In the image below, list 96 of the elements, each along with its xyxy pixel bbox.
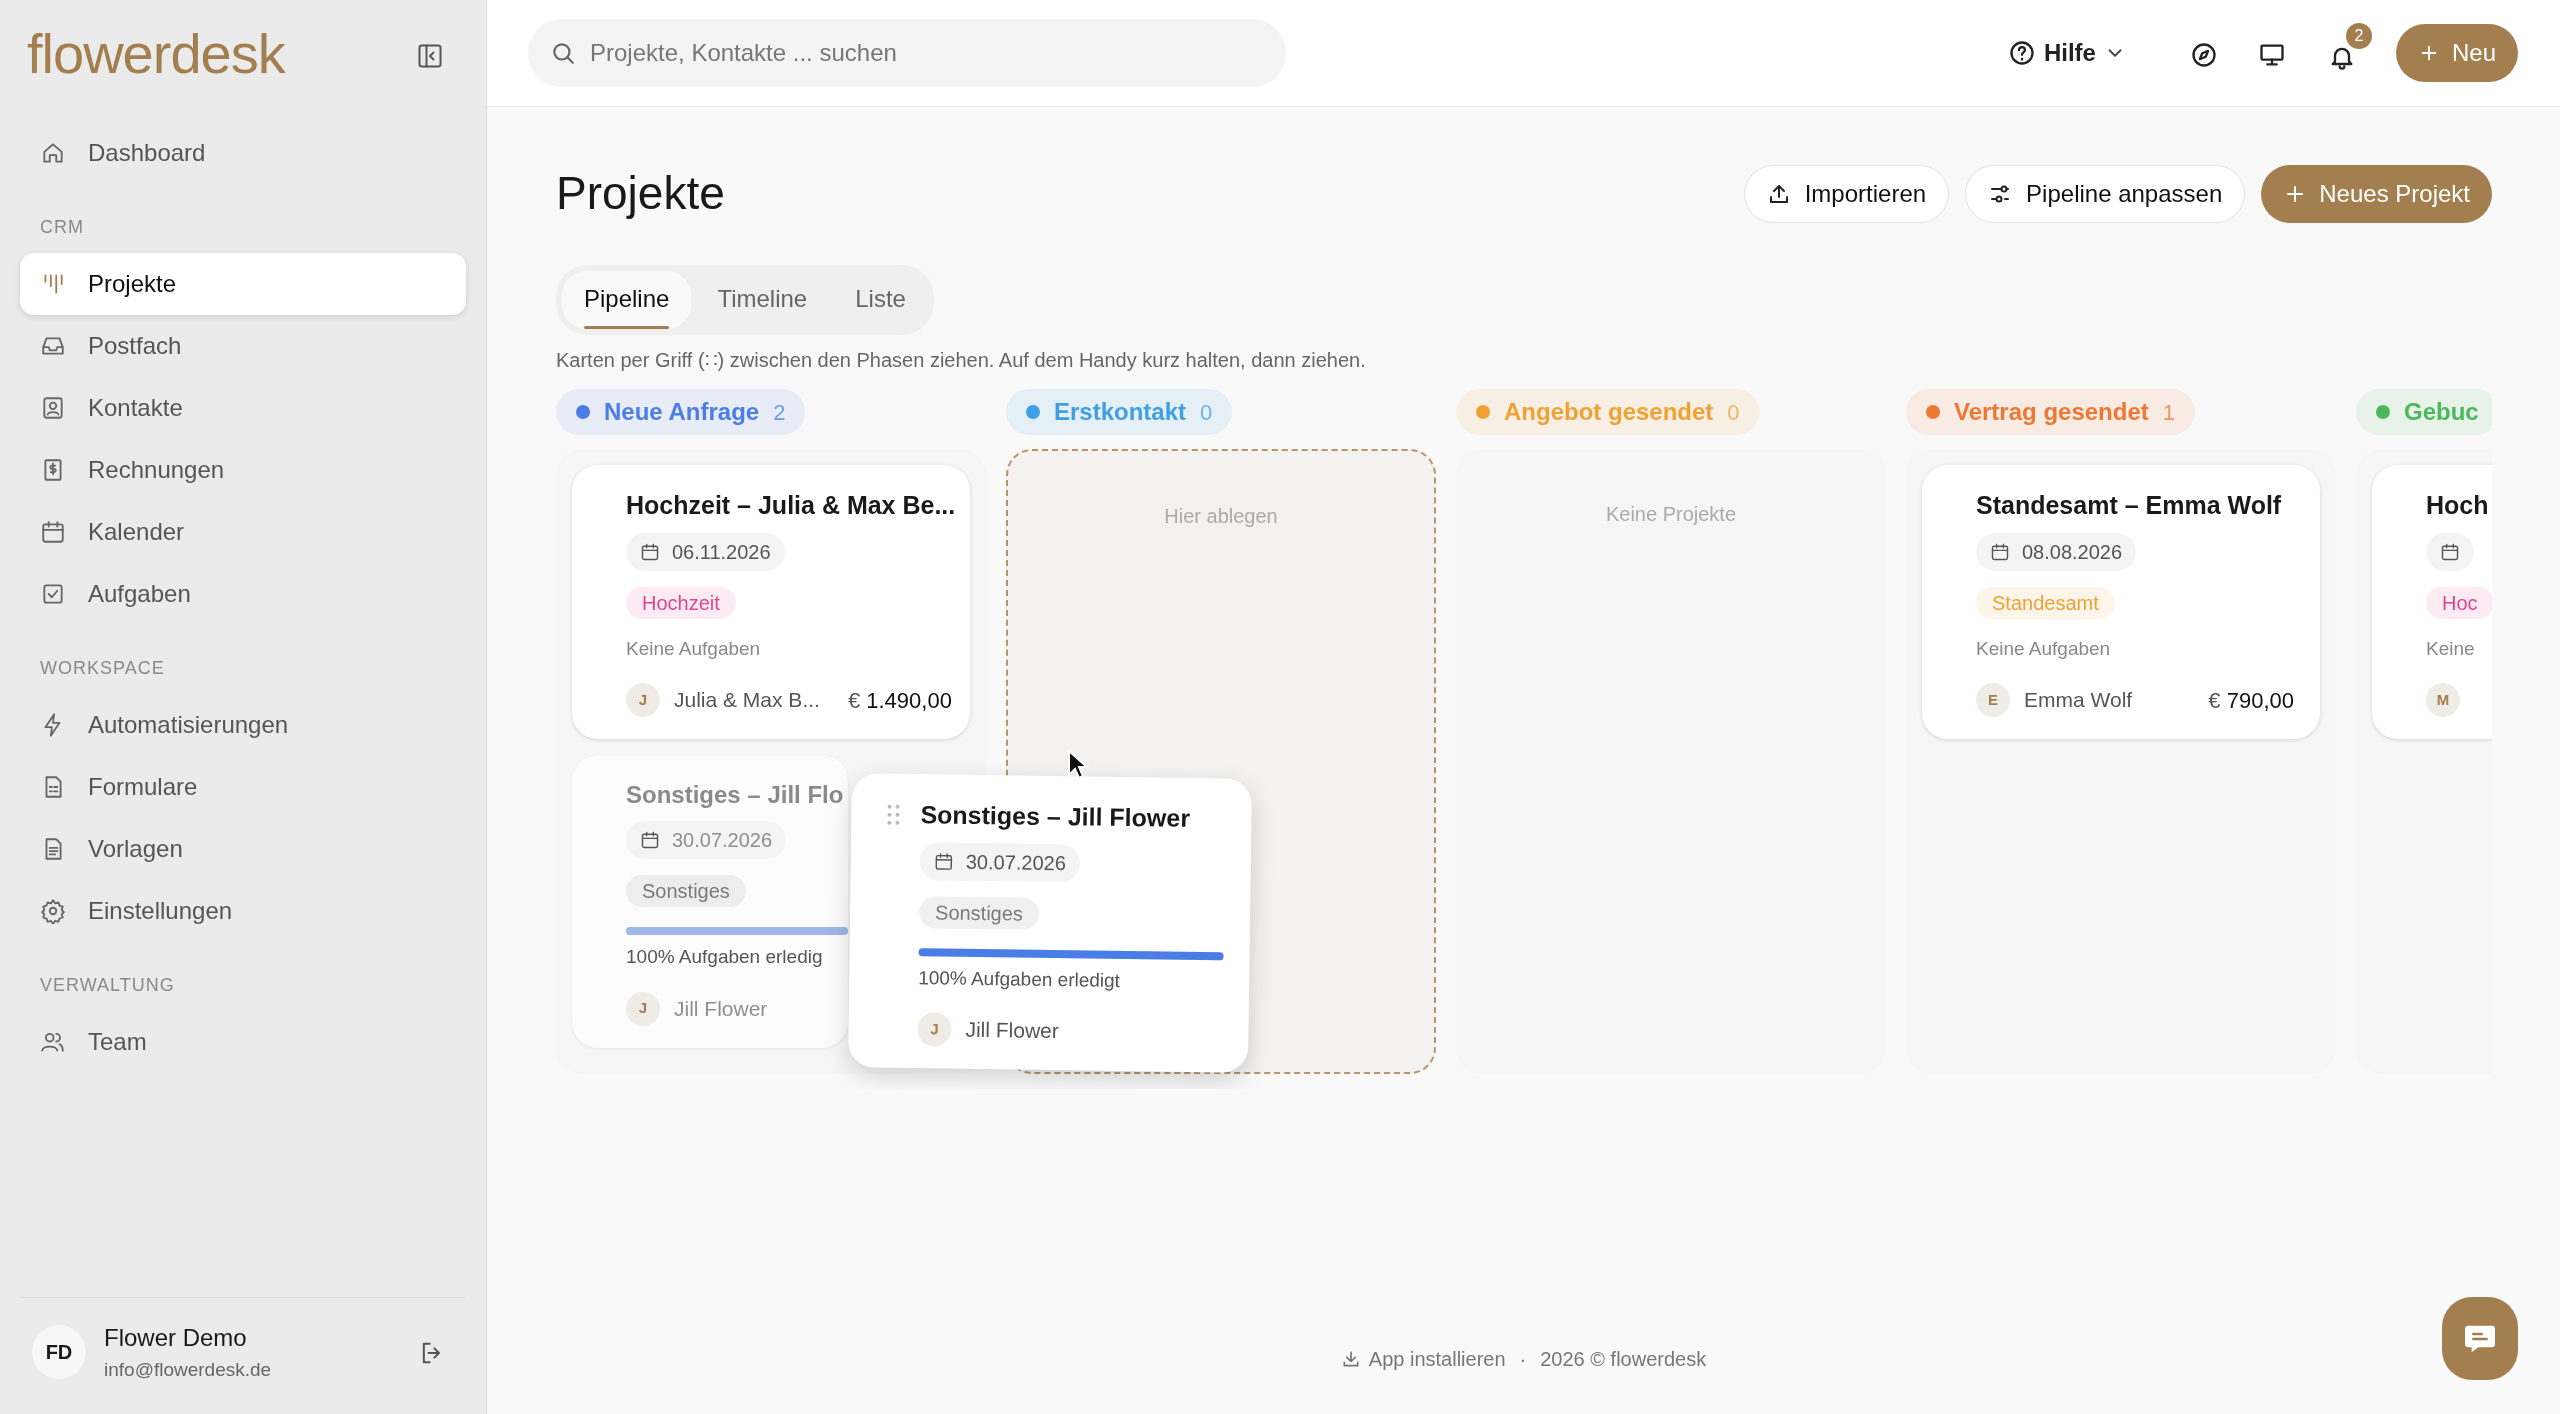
hint-text: Karten per Griff (∷) zwischen den Phasen ziehen. Auf dem Handy kurz halten, dann ziehen. — [556, 348, 1367, 373]
cursor-icon — [1067, 749, 1089, 781]
search-field[interactable]: Projekte, Kontakte ... suchen — [528, 19, 1286, 87]
task-status: Keine — [2426, 636, 2476, 661]
calendar-icon — [640, 541, 660, 562]
calendar-icon — [640, 830, 660, 850]
install-app-link[interactable]: App installieren — [1340, 1344, 1506, 1374]
action-button[interactable]: Pipeline anpassen — [1965, 165, 2246, 223]
sidebar-item[interactable]: Rechnungen — [20, 439, 466, 501]
sidebar-item[interactable]: Formulare — [20, 756, 466, 818]
page-title: Projekte — [556, 166, 725, 222]
help-icon — [2007, 39, 2036, 67]
calendar-icon — [40, 519, 66, 545]
column-title: Angebot gesendet — [1504, 397, 1714, 427]
card-title: Standesamt – Emma Wolf — [1976, 490, 2282, 521]
calendar-icon — [1990, 541, 2010, 562]
tab[interactable]: Timeline — [695, 271, 830, 329]
sidebar-item[interactable]: Kalender — [20, 501, 466, 563]
section-label: VERWALTUNG — [39, 974, 176, 997]
column-title: Vertrag gesendet — [1954, 397, 2149, 427]
task-status: Keine Aufgaben — [626, 636, 762, 661]
tag: Hochzeit — [626, 586, 736, 619]
date-chip: 06.11.2026 — [626, 532, 785, 571]
sidebar-item[interactable]: Kontakte — [20, 377, 466, 439]
contact-name: Emma Wolf — [2024, 687, 2133, 714]
sidebar-item[interactable]: Projekte — [20, 253, 466, 315]
column-count: 0 — [1727, 398, 1740, 427]
project-card[interactable]: Sonstiges – Jill Flower 30.07.2026 Sonstiges 100% Aufgaben erledigt J Jill Flower — [847, 773, 1253, 1073]
logo: flowerdesk — [27, 26, 285, 82]
task-status: 100% Aufgaben erledigt — [918, 965, 1122, 993]
settings-icon — [40, 898, 66, 924]
task-status: 100% Aufgaben erledig — [626, 945, 824, 969]
column-title: Neue Anfrage — [604, 397, 760, 427]
card-title: Sonstiges – Jill Flo — [626, 780, 844, 810]
card-title: Sonstiges – Jill Flower — [920, 799, 1191, 834]
contact-name: Jill Flower — [965, 1017, 1060, 1045]
date-chip: 30.07.2026 — [626, 821, 787, 859]
notifications-button[interactable]: 2 — [2317, 23, 2372, 83]
sidebar-item[interactable]: Postfach — [20, 315, 466, 377]
column-count: 1 — [2162, 398, 2175, 427]
empty-text: Hier ablegen — [1163, 504, 1279, 529]
sidebar-item[interactable]: Vorlagen — [20, 818, 466, 880]
help-button[interactable]: Hilfe — [1999, 27, 2134, 79]
tab[interactable]: Liste — [833, 271, 928, 329]
date-chip: 30.07.2026 — [919, 841, 1081, 882]
section-label: WORKSPACE — [39, 657, 166, 680]
tag: Sonstiges — [626, 875, 746, 907]
amount: € 790,00 — [2208, 686, 2294, 715]
notification-badge: 2 — [2345, 23, 2372, 49]
date-chip: 08.08.2026 — [1976, 532, 2137, 571]
tag: Standesamt — [1976, 586, 2115, 619]
column-header: Gebuc — [2356, 389, 2492, 435]
checkbox-icon — [40, 581, 66, 607]
contact-avatar: J — [626, 991, 660, 1026]
tab[interactable]: Pipeline — [562, 271, 692, 329]
project-card[interactable]: Standesamt – Emma Wolf 08.08.2026 Standesamt Keine Aufgaben E Emma Wolf € 790,00 — [1922, 465, 2320, 739]
chat-button[interactable] — [2442, 1297, 2518, 1380]
sidebar-item[interactable]: Team — [20, 1011, 466, 1073]
drag-handle-icon[interactable] — [886, 803, 901, 826]
section-label: CRM — [39, 216, 85, 239]
avatar: FD — [32, 1324, 86, 1379]
card-title: Hoch — [2426, 490, 2489, 521]
column-count: 2 — [773, 398, 786, 427]
contact-avatar: E — [1976, 683, 2010, 717]
project-card[interactable]: Hochzeit – Julia & Max Be... 06.11.2026 Hochzeit Keine Aufgaben J Julia & Max B... € 1.490,00 — [572, 465, 970, 739]
new-button[interactable]: Neu — [2395, 24, 2518, 82]
user-name: Flower Demo — [104, 1322, 248, 1353]
user-email: info@flowerdesk.de — [104, 1357, 273, 1382]
project-card[interactable]: Hoch Hoc Keine M — [2372, 465, 2492, 739]
card-title: Hochzeit – Julia & Max Be... — [626, 490, 956, 521]
calendar-icon — [2440, 541, 2460, 562]
contact-avatar: M — [2426, 683, 2460, 717]
sidebar-item[interactable]: Aufgaben — [20, 563, 466, 625]
action-button[interactable]: Importieren — [1743, 165, 1950, 223]
empty-text: Keine Projekte — [1604, 502, 1738, 527]
sidebar-item[interactable]: Automatisierungen — [20, 694, 466, 756]
contact-avatar: J — [626, 683, 660, 717]
tag: Hoc — [2426, 586, 2492, 619]
column-title: Erstkontakt — [1054, 397, 1187, 427]
separator: · — [1519, 1347, 1527, 1372]
compass-icon — [2189, 40, 2218, 69]
amount: € 1.490,00 — [847, 686, 952, 715]
column-count: 0 — [1200, 398, 1213, 427]
contact-name: Julia & Max B... — [674, 687, 820, 714]
search-icon — [550, 40, 576, 66]
copyright-text: 2026 © flowerdesk — [1540, 1347, 1707, 1372]
action-button[interactable]: Neues Projekt — [2261, 165, 2492, 223]
contact-card-icon — [40, 395, 66, 421]
project-card[interactable]: Sonstiges – Jill Flo 30.07.2026 Sonstiges 100% Aufgaben erledig J Jill Flower — [572, 755, 848, 1048]
calendar-icon — [933, 850, 954, 872]
task-status: Keine Aufgaben — [1976, 636, 2112, 661]
tag: Sonstiges — [918, 895, 1040, 930]
sidebar-item[interactable]: Einstellungen — [20, 880, 466, 942]
contact-name: Jill Flower — [674, 995, 768, 1022]
contact-avatar: J — [917, 1012, 952, 1047]
sidebar-item[interactable]: Dashboard — [20, 122, 466, 184]
